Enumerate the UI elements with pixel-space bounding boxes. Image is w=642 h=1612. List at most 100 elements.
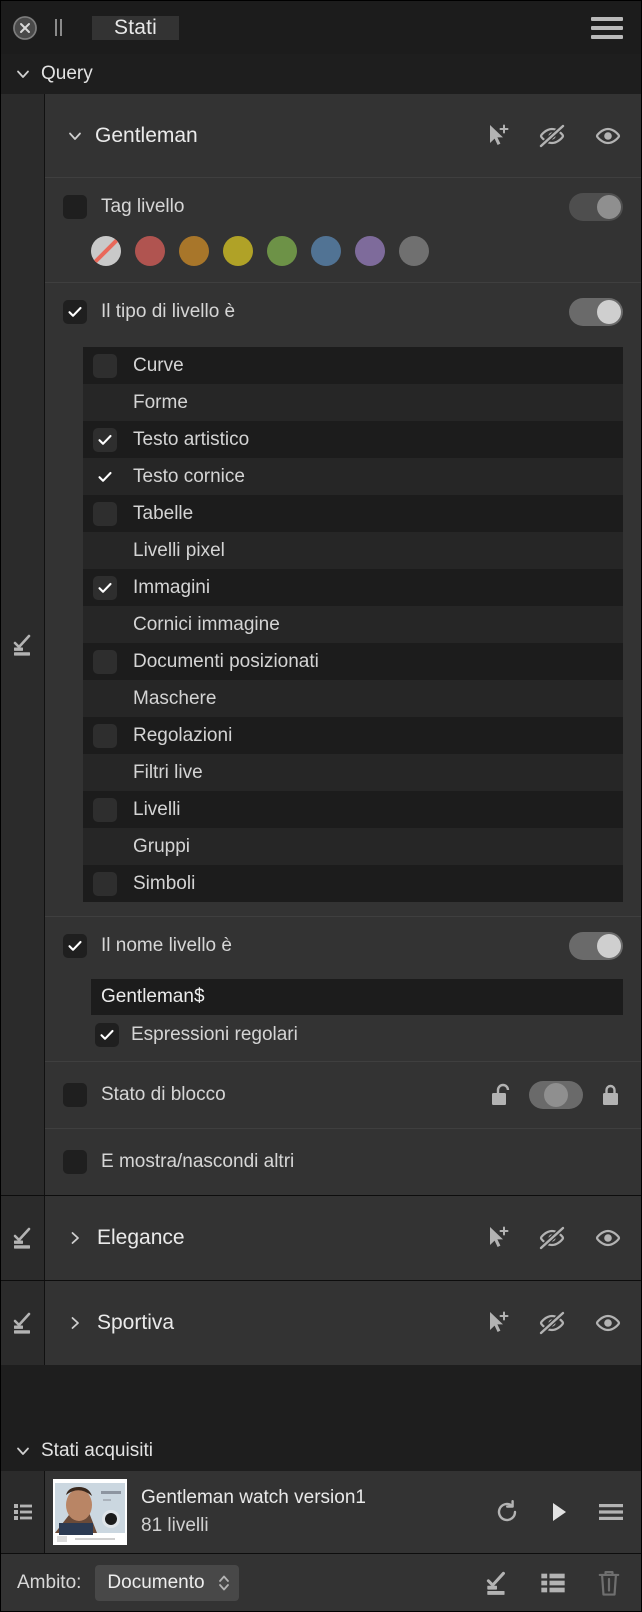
chevron-down-icon [17, 70, 29, 78]
checkbox-cornici-immagine[interactable] [93, 613, 117, 637]
checkbox-livelli-pixel[interactable] [93, 539, 117, 563]
layer-name-input[interactable]: Gentleman$ [91, 979, 623, 1015]
checkbox-testo-cornice[interactable] [93, 465, 117, 489]
checkbox-espressioni-regolari[interactable] [95, 1023, 119, 1047]
list-item[interactable]: Regolazioni [83, 717, 623, 754]
reset-icon[interactable] [493, 1498, 521, 1526]
play-icon[interactable] [547, 1499, 571, 1525]
title-bar: Stati [1, 1, 641, 54]
swatch-purple[interactable] [355, 236, 385, 266]
scope-select[interactable]: Documento [95, 1564, 239, 1601]
cursor-add-selection-icon[interactable] [483, 122, 511, 150]
list-item-label: Testo artistico [133, 428, 250, 450]
list-item[interactable]: Filtri live [83, 754, 623, 791]
group-body-gentleman: Gentleman Tag livello Il tipo di livello… [45, 94, 641, 1195]
list-item[interactable]: Curve [83, 347, 623, 384]
section-title-query: Query [41, 63, 93, 84]
list-item[interactable]: Gruppi [83, 828, 623, 865]
swatch-none[interactable] [91, 236, 121, 266]
group-header-gentleman[interactable]: Gentleman [45, 94, 641, 178]
group-header-sportiva[interactable]: Sportiva [45, 1281, 641, 1365]
state-subtitle: 81 livelli [141, 1515, 209, 1536]
group-gutter-gentleman[interactable] [1, 94, 45, 1195]
checkbox-documenti-posizionati[interactable] [93, 649, 117, 674]
eye-icon[interactable] [593, 122, 623, 150]
cursor-add-selection-icon[interactable] [483, 1309, 511, 1337]
eye-slash-icon[interactable] [537, 1224, 567, 1252]
checkbox-tabelle[interactable] [93, 501, 117, 526]
trash-icon[interactable] [595, 1568, 623, 1598]
tab-stati[interactable]: Stati [92, 15, 180, 40]
title-bar-left: Stati [1, 1, 180, 54]
chevron-right-icon [71, 1232, 79, 1244]
acquired-state-row[interactable]: Gentleman watch version1 81 livelli [1, 1471, 641, 1553]
checkbox-layer-type[interactable] [63, 300, 87, 324]
eye-slash-icon[interactable] [537, 1309, 567, 1337]
swatch-orange[interactable] [179, 236, 209, 266]
checkbox-maschere[interactable] [93, 687, 117, 711]
regex-option[interactable]: Espressioni regolari [63, 1023, 623, 1061]
list-item[interactable]: Tabelle [83, 495, 623, 532]
list-item[interactable]: Livelli [83, 791, 623, 828]
lock-icon[interactable] [599, 1082, 623, 1108]
swatch-gray[interactable] [399, 236, 429, 266]
swatch-blue[interactable] [311, 236, 341, 266]
checkbox-filtri-live[interactable] [93, 761, 117, 785]
swatch-yellow[interactable] [223, 236, 253, 266]
checkbox-gruppi[interactable] [93, 835, 117, 859]
checkbox-tag-livello[interactable] [63, 195, 87, 219]
list-item[interactable]: Documenti posizionati [83, 643, 623, 680]
checkbox-livelli[interactable] [93, 797, 117, 822]
toggle-layer-name[interactable] [569, 932, 623, 960]
eye-icon[interactable] [593, 1224, 623, 1252]
swatch-red[interactable] [135, 236, 165, 266]
list-item-label: Regolazioni [133, 724, 233, 746]
state-thumbnail[interactable] [53, 1479, 127, 1545]
list-item[interactable]: Forme [83, 384, 623, 421]
list-item[interactable]: Livelli pixel [83, 532, 623, 569]
condition-lock-state-header: Stato di blocco [63, 1062, 623, 1128]
list-item[interactable]: Cornici immagine [83, 606, 623, 643]
apply-state-icon[interactable] [483, 1569, 511, 1597]
checkbox-layer-name[interactable] [63, 934, 87, 958]
unlock-icon[interactable] [489, 1082, 513, 1108]
toggle-tag-livello[interactable] [569, 193, 623, 221]
hamburger-menu-icon[interactable] [591, 16, 623, 39]
checkbox-regolazioni[interactable] [93, 723, 117, 748]
condition-tag-header: Tag livello [63, 178, 623, 236]
toggle-layer-type[interactable] [569, 298, 623, 326]
group-header-elegance[interactable]: Elegance [45, 1196, 641, 1280]
swatch-green[interactable] [267, 236, 297, 266]
section-header-query[interactable]: Query [1, 54, 641, 94]
checkbox-simboli[interactable] [93, 871, 117, 896]
list-item-label: Gruppi [133, 835, 191, 857]
cursor-add-selection-icon[interactable] [483, 1224, 511, 1252]
list-item[interactable]: Simboli [83, 865, 623, 902]
list-icon[interactable] [539, 1569, 567, 1597]
condition-label-tag: Tag livello [101, 196, 185, 217]
checkbox-lock-state[interactable] [63, 1083, 87, 1107]
group-gutter-elegance[interactable] [1, 1196, 45, 1280]
chevron-down-icon [17, 1447, 29, 1455]
checkbox-immagini[interactable] [93, 575, 117, 600]
list-menu-icon[interactable] [597, 1500, 625, 1524]
checkbox-testo-artistico[interactable] [93, 427, 117, 452]
toggle-lock-state[interactable] [529, 1081, 583, 1109]
close-icon[interactable] [13, 15, 37, 40]
checkbox-curve[interactable] [93, 353, 117, 378]
list-item-label: Curve [133, 354, 184, 376]
eye-slash-icon[interactable] [537, 122, 567, 150]
list-item[interactable]: Maschere [83, 680, 623, 717]
section-header-stati-acquisiti[interactable]: Stati acquisiti [1, 1431, 641, 1471]
eye-icon[interactable] [593, 1309, 623, 1337]
checkbox-show-hide-others[interactable] [63, 1150, 87, 1174]
group-gutter-sportiva[interactable] [1, 1281, 45, 1365]
condition-show-hide-others: E mostra/nascondi altri [45, 1129, 641, 1195]
query-group-sportiva: Sportiva [1, 1280, 641, 1365]
state-gutter[interactable] [1, 1471, 45, 1553]
drag-grip-icon[interactable] [51, 19, 66, 36]
list-item[interactable]: Testo artistico [83, 421, 623, 458]
checkbox-forme[interactable] [93, 391, 117, 415]
list-item[interactable]: Immagini [83, 569, 623, 606]
list-item[interactable]: Testo cornice [83, 458, 623, 495]
